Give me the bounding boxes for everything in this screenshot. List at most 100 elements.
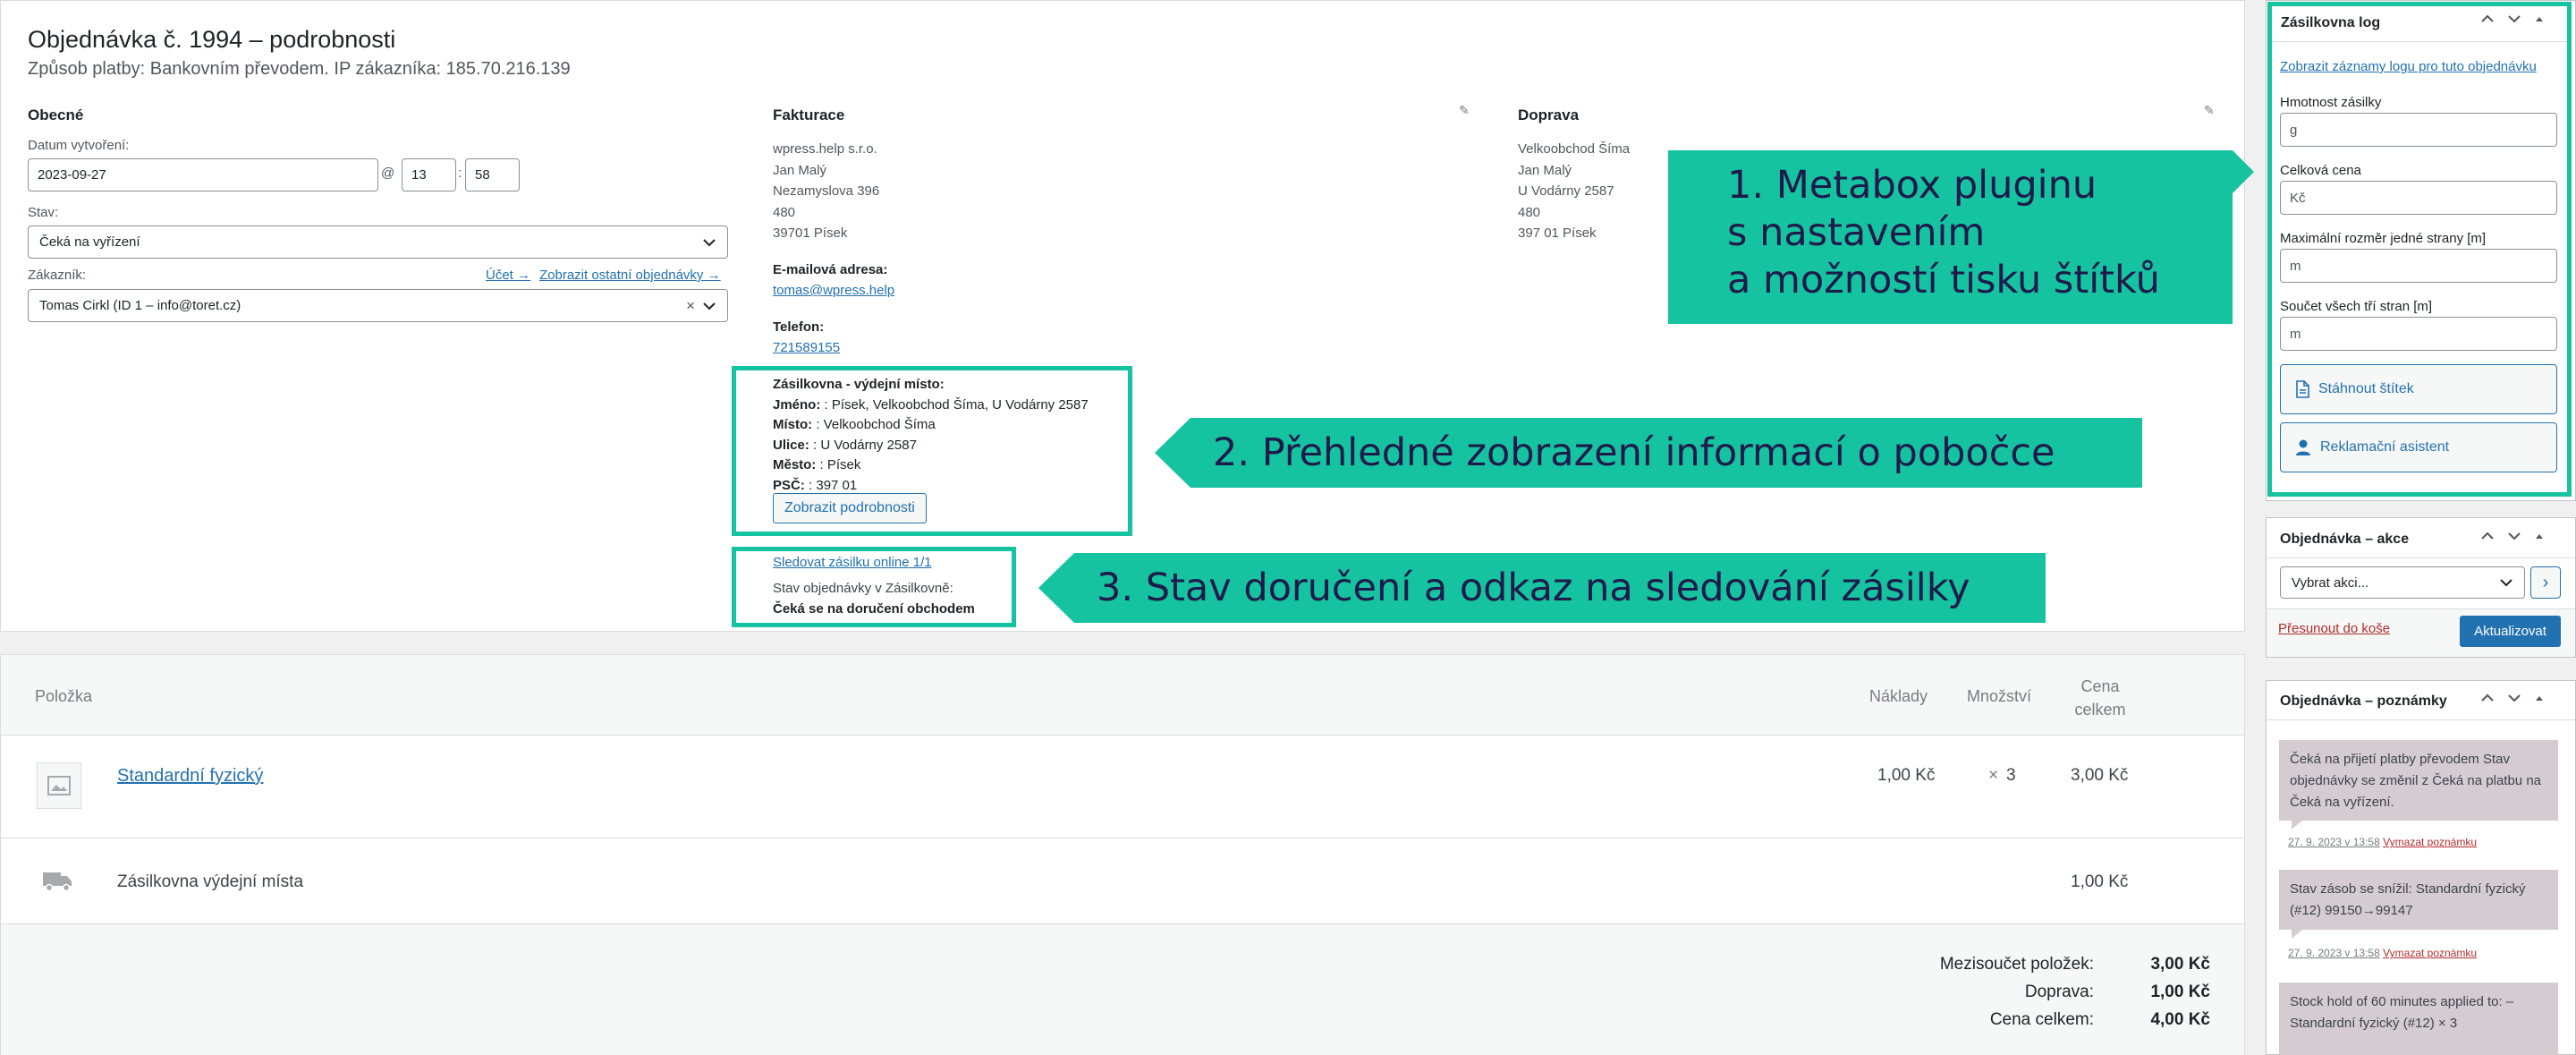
pickup-details-button[interactable]: Zobrazit podrobnosti xyxy=(773,493,927,523)
collapse-triangle-icon[interactable] xyxy=(2534,693,2545,703)
collapse-triangle-icon[interactable] xyxy=(2534,531,2545,541)
order-details-panel: Objednávka č. 1994 – podrobnosti Způsob … xyxy=(0,0,2254,632)
chevron-down-icon[interactable] xyxy=(2507,13,2521,24)
product-qty: 3 xyxy=(2006,766,2016,785)
totals-row: Cena celkem: 4,00 Kč xyxy=(1989,1010,2210,1029)
product-cost: 1,00 Kč xyxy=(1877,766,1936,785)
notes-controls xyxy=(2480,693,2545,703)
order-items-panel: Položka Náklady Množství Cena celkem Stan… xyxy=(0,654,2245,1055)
pickup-row: Ulice: : U Vodárny 2587 xyxy=(773,437,917,453)
billing-address: wpress.help s.r.o. Jan Malý Nezamyslova … xyxy=(773,139,879,244)
actions-controls xyxy=(2480,531,2545,541)
col-qty: Množství xyxy=(1967,687,2032,705)
clear-icon[interactable]: × xyxy=(686,297,695,315)
claim-assistant-button[interactable]: Reklamační asistent xyxy=(2280,422,2557,472)
chevron-down-icon xyxy=(2500,579,2512,587)
customer-account-link[interactable]: Účet → xyxy=(486,268,530,283)
billing-section-title: Fakturace xyxy=(773,106,845,123)
maxdim-label: Maximální rozměr jedné strany [m] xyxy=(2280,231,2487,246)
product-link[interactable]: Standardní fyzický xyxy=(117,766,263,787)
move-to-trash-link[interactable]: Přesunout do koše xyxy=(2278,621,2390,636)
apply-action-button[interactable]: › xyxy=(2530,566,2561,599)
billing-line: wpress.help s.r.o. xyxy=(773,141,877,157)
pickup-info: Zásilkovna - výdejní místo: Jméno: : Pís… xyxy=(773,375,1089,496)
tracking-link[interactable]: Sledovat zásilku online 1/1 xyxy=(773,555,932,570)
weight-input[interactable]: g xyxy=(2280,113,2557,147)
chevron-down-icon xyxy=(703,302,716,310)
download-label-text: Stáhnout štítek xyxy=(2318,381,2414,396)
callout-arrow xyxy=(1038,553,1074,623)
email-link[interactable]: tomas@wpress.help xyxy=(773,283,894,298)
sum-input[interactable]: m xyxy=(2280,317,2557,351)
chevron-down-icon xyxy=(703,238,716,246)
minute-input[interactable]: 58 xyxy=(465,158,520,191)
chevron-up-icon[interactable] xyxy=(2480,531,2495,541)
download-label-button[interactable]: Stáhnout štítek xyxy=(2280,364,2557,414)
tracking-status-label: Stav objednávky v Zásilkovně: xyxy=(773,581,953,596)
edit-billing-pencil-icon[interactable]: ✎ xyxy=(1459,103,1470,118)
note-tail xyxy=(2292,930,2302,939)
col-cost: Náklady xyxy=(1869,687,1928,705)
price-input[interactable]: Kč xyxy=(2280,181,2557,215)
maxdim-input[interactable]: m xyxy=(2280,249,2557,283)
callout-pickup-info: 2. Přehledné zobrazení informací o poboč… xyxy=(1191,418,2142,488)
billing-line: Nezamyslova 396 xyxy=(773,183,880,199)
note-tail xyxy=(2292,821,2302,830)
note-item: Stock hold of 60 minutes applied to: – S… xyxy=(2279,983,2558,1055)
pickup-row: Město: : Písek xyxy=(773,457,861,472)
note-meta: 27. 9. 2023 v 13:58 Vymazat poznámku xyxy=(2288,947,2477,959)
update-button[interactable]: Aktualizovat xyxy=(2460,616,2561,647)
date-input[interactable]: 2023-09-27 xyxy=(28,158,378,191)
note-item: Čeká na přijetí platby převodem Stav obj… xyxy=(2279,740,2558,821)
shipping-line: Jan Malý xyxy=(1518,162,1572,178)
billing-line: Jan Malý xyxy=(773,162,827,178)
chevron-down-icon[interactable] xyxy=(2507,531,2521,541)
email-label: E-mailová adresa: xyxy=(773,262,888,277)
status-select[interactable]: Čeká na vyřízení xyxy=(28,225,728,259)
document-icon xyxy=(2296,380,2309,398)
chevron-up-icon[interactable] xyxy=(2480,13,2495,24)
billing-line: 39701 Písek xyxy=(773,225,848,241)
divider xyxy=(2267,719,2575,720)
col-total: Cena celkem xyxy=(2074,677,2126,719)
totals-row: Mezisoučet položek: 3,00 Kč xyxy=(1939,955,2210,974)
order-action-select[interactable]: Vybrat akci... xyxy=(2280,566,2525,599)
image-placeholder-icon xyxy=(47,776,71,796)
customer-select[interactable]: Tomas Cirkl (ID 1 – info@toret.cz) × xyxy=(28,289,728,322)
sum-label: Součet všech tří stran [m] xyxy=(2280,299,2433,314)
delete-note-link[interactable]: Vymazat poznámku xyxy=(2383,836,2477,848)
note-meta: 27. 9. 2023 v 13:58 Vymazat poznámku xyxy=(2288,836,2477,848)
log-controls xyxy=(2480,13,2545,24)
pickup-row: Místo: : Velkoobchod Šíma xyxy=(773,417,936,432)
col-item: Položka xyxy=(35,687,93,705)
log-records-link[interactable]: Zobrazit záznamy logu pro tuto objednávk… xyxy=(2280,59,2537,74)
edit-shipping-pencil-icon[interactable]: ✎ xyxy=(2204,103,2215,118)
billing-line: 480 xyxy=(773,204,796,220)
totals-row: Doprava: 1,00 Kč xyxy=(2024,983,2210,1001)
delete-note-link[interactable]: Vymazat poznámku xyxy=(2383,947,2477,959)
weight-label: Hmotnost zásilky xyxy=(2280,95,2382,110)
order-subtitle: Způsob platby: Bankovním převodem. IP zá… xyxy=(28,59,571,79)
shipping-line: U Vodárny 2587 xyxy=(1518,183,1614,199)
callout-tracking: 3. Stav doručení a odkaz na sledování zá… xyxy=(1074,553,2046,623)
shipping-section-title: Doprava xyxy=(1518,106,1580,123)
other-orders-link[interactable]: Zobrazit ostatní objednávky → xyxy=(539,268,721,283)
log-title: Zásilkovna log xyxy=(2281,15,2381,30)
hour-input[interactable]: 13 xyxy=(402,158,456,191)
product-thumbnail xyxy=(37,762,81,809)
notes-title: Objednávka – poznámky xyxy=(2280,693,2447,709)
collapse-triangle-icon[interactable] xyxy=(2534,13,2545,24)
callout-arrow xyxy=(1155,418,1191,488)
chevron-down-icon[interactable] xyxy=(2507,693,2521,703)
status-label: Stav: xyxy=(28,205,59,220)
chevron-up-icon[interactable] xyxy=(2480,693,2495,703)
shipping-line: Velkoobchod Šíma xyxy=(1518,141,1631,157)
order-totals: Mezisoučet položek: 3,00 Kč Doprava: 1,00 … xyxy=(1754,950,2210,1034)
at-sign: @ xyxy=(381,166,395,181)
shipping-method-total: 1,00 Kč xyxy=(2071,872,2129,891)
order-action-value: Vybrat akci... xyxy=(2292,574,2369,591)
phone-link[interactable]: 721589155 xyxy=(773,340,840,355)
note-date: 27. 9. 2023 v 13:58 xyxy=(2288,947,2380,959)
tracking-status: Čeká se na doručení obchodem xyxy=(773,601,975,617)
claim-assistant-text: Reklamační asistent xyxy=(2320,439,2450,455)
